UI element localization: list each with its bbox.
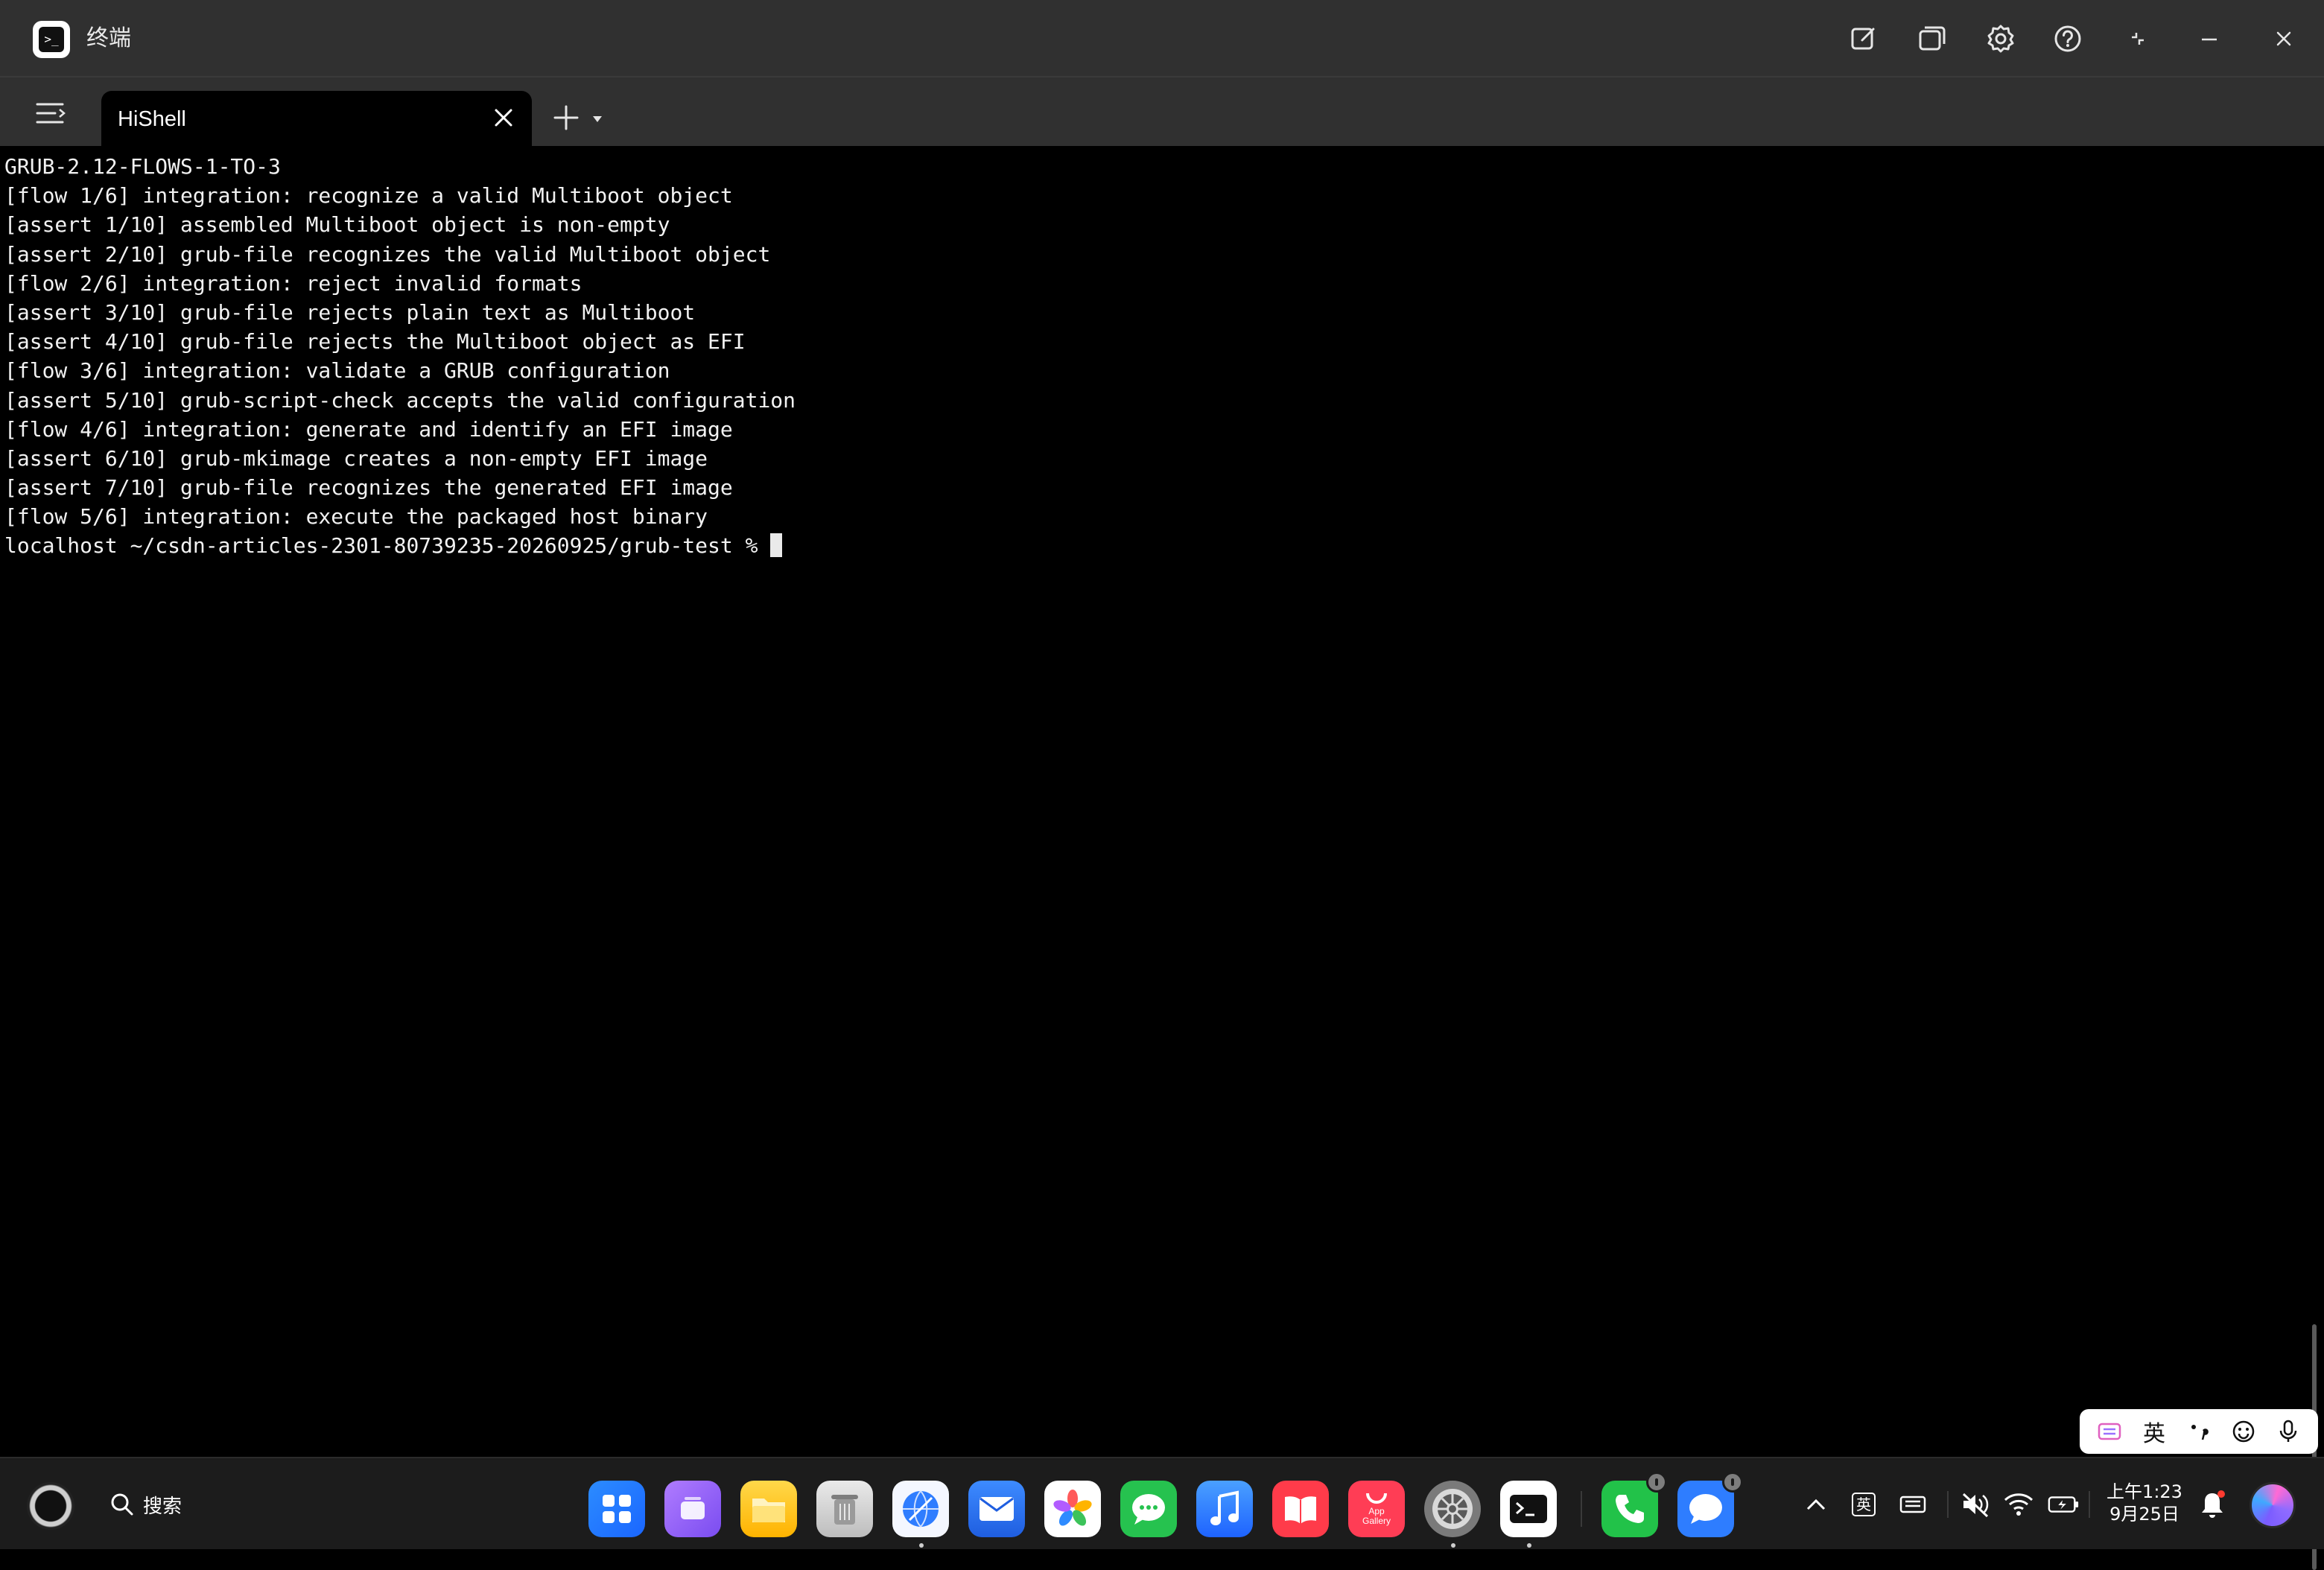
input-method-indicator[interactable]: 英 [1847, 1488, 1880, 1521]
title-bar: >_ 终端 [0, 0, 2324, 77]
tray-divider [1947, 1491, 1949, 1518]
terminal-line: [assert 4/10] grub-file rejects the Mult… [4, 329, 746, 355]
volume-muted-icon[interactable] [1959, 1488, 1992, 1521]
terminal-dock-icon[interactable] [1500, 1481, 1557, 1537]
chevron-up-icon[interactable] [1800, 1488, 1832, 1521]
edit-icon[interactable] [1844, 19, 1883, 58]
search-icon [111, 1493, 133, 1516]
restore-window-icon[interactable] [2118, 19, 2157, 58]
terminal-app-icon-glyph: >_ [39, 27, 64, 52]
app-badge [1722, 1472, 1743, 1493]
clock-time: 上午1:23 [2106, 1481, 2182, 1502]
clock[interactable]: 上午1:23 9月25日 [2104, 1481, 2185, 1525]
app-badge [1646, 1472, 1667, 1493]
battery-charging-icon[interactable] [2047, 1488, 2080, 1521]
multitask-app-icon[interactable] [664, 1481, 721, 1537]
terminal-line: [flow 1/6] integration: recognize a vali… [4, 183, 733, 209]
new-tab-dropdown-icon[interactable] [588, 110, 606, 128]
terminal-line: [assert 7/10] grub-file recognizes the g… [4, 475, 733, 500]
phone-app-icon[interactable] [1601, 1472, 1667, 1537]
terminal-lines: GRUB-2.12-FLOWS-1-TO-3 [flow 1/6] integr… [4, 152, 796, 561]
punctuation-icon[interactable] [2179, 1412, 2218, 1451]
tab-bar: HiShell [0, 77, 2324, 146]
terminal-line: GRUB-2.12-FLOWS-1-TO-3 [4, 154, 281, 179]
start-button[interactable] [27, 1482, 74, 1530]
ai-assistant-icon[interactable] [2250, 1482, 2296, 1528]
sidebar-menu-icon[interactable] [31, 98, 70, 128]
appgallery-app-icon[interactable]: App Gallery [1348, 1481, 1405, 1537]
tab-label: HiShell [118, 107, 186, 131]
clock-date: 9月25日 [2109, 1504, 2179, 1525]
messaging-app-icon[interactable] [1120, 1481, 1177, 1537]
close-tab-icon[interactable] [489, 103, 518, 133]
terminal-line: [flow 3/6] integration: validate a GRUB … [4, 358, 670, 384]
taskbar: 搜索 App Gallery 英 上午1:23 9月25日 [0, 1457, 2324, 1549]
ime-language-toggle[interactable]: 英 [2135, 1412, 2174, 1451]
multi-window-icon[interactable] [1913, 19, 1952, 58]
shell-prompt: localhost ~/csdn-articles-2301-80739235-… [4, 533, 771, 559]
new-tab-plus-icon[interactable] [550, 101, 582, 134]
help-icon[interactable] [2048, 19, 2087, 58]
notification-bell-icon[interactable] [2196, 1488, 2229, 1521]
taskbar-search[interactable]: 搜索 [109, 1487, 182, 1522]
chat-app-icon[interactable] [1677, 1472, 1743, 1537]
trash-app-icon[interactable] [816, 1481, 873, 1537]
terminal-app-icon: >_ [33, 21, 70, 58]
tray-divider [2089, 1491, 2090, 1518]
running-indicator [1451, 1543, 1455, 1548]
terminal-line: [assert 6/10] grub-mkimage creates a non… [4, 445, 708, 471]
browser-app-icon[interactable] [892, 1481, 949, 1537]
terminal-line: [flow 4/6] integration: generate and ide… [4, 416, 733, 442]
keyboard-icon[interactable] [1896, 1488, 1929, 1521]
mail-app-icon[interactable] [968, 1481, 1025, 1537]
minimize-icon[interactable] [2190, 19, 2229, 58]
terminal-line: [flow 5/6] integration: execute the pack… [4, 504, 708, 530]
settings-app-icon[interactable] [1424, 1481, 1481, 1537]
music-app-icon[interactable] [1196, 1481, 1253, 1537]
search-label: 搜索 [143, 1495, 182, 1518]
files-app-icon[interactable] [740, 1481, 797, 1537]
running-indicator [1527, 1543, 1531, 1548]
terminal-output[interactable]: GRUB-2.12-FLOWS-1-TO-3 [flow 1/6] integr… [0, 146, 2324, 1570]
running-indicator [919, 1543, 924, 1548]
ime-toolbar: 英 [2080, 1409, 2318, 1454]
wifi-icon[interactable] [2002, 1488, 2035, 1521]
tab-hishell[interactable]: HiShell [101, 91, 532, 146]
books-app-icon[interactable] [1272, 1481, 1329, 1537]
gallery-app-icon[interactable] [1044, 1481, 1101, 1537]
terminal-line: [assert 5/10] grub-script-check accepts … [4, 387, 796, 413]
appgallery-label: App Gallery [1362, 1506, 1391, 1526]
keyboard-skin-icon[interactable] [2090, 1412, 2129, 1451]
app-launcher-icon[interactable] [588, 1481, 645, 1537]
terminal-prompt-line[interactable]: localhost ~/csdn-articles-2301-80739235-… [4, 531, 796, 560]
terminal-line: [assert 2/10] grub-file recognizes the v… [4, 241, 771, 267]
terminal-line: [assert 3/10] grub-file rejects plain te… [4, 299, 696, 325]
window-title: 终端 [86, 25, 131, 51]
text-cursor [770, 533, 783, 558]
terminal-line: [assert 1/10] assembled Multiboot object… [4, 212, 670, 238]
input-method-label: 英 [1852, 1493, 1876, 1516]
emoji-icon[interactable] [2224, 1412, 2263, 1451]
settings-gear-icon[interactable] [1981, 19, 2020, 58]
dock-divider [1581, 1491, 1582, 1527]
voice-input-icon[interactable] [2269, 1412, 2308, 1451]
close-window-icon[interactable] [2264, 19, 2303, 58]
terminal-line: [flow 2/6] integration: reject invalid f… [4, 270, 582, 296]
